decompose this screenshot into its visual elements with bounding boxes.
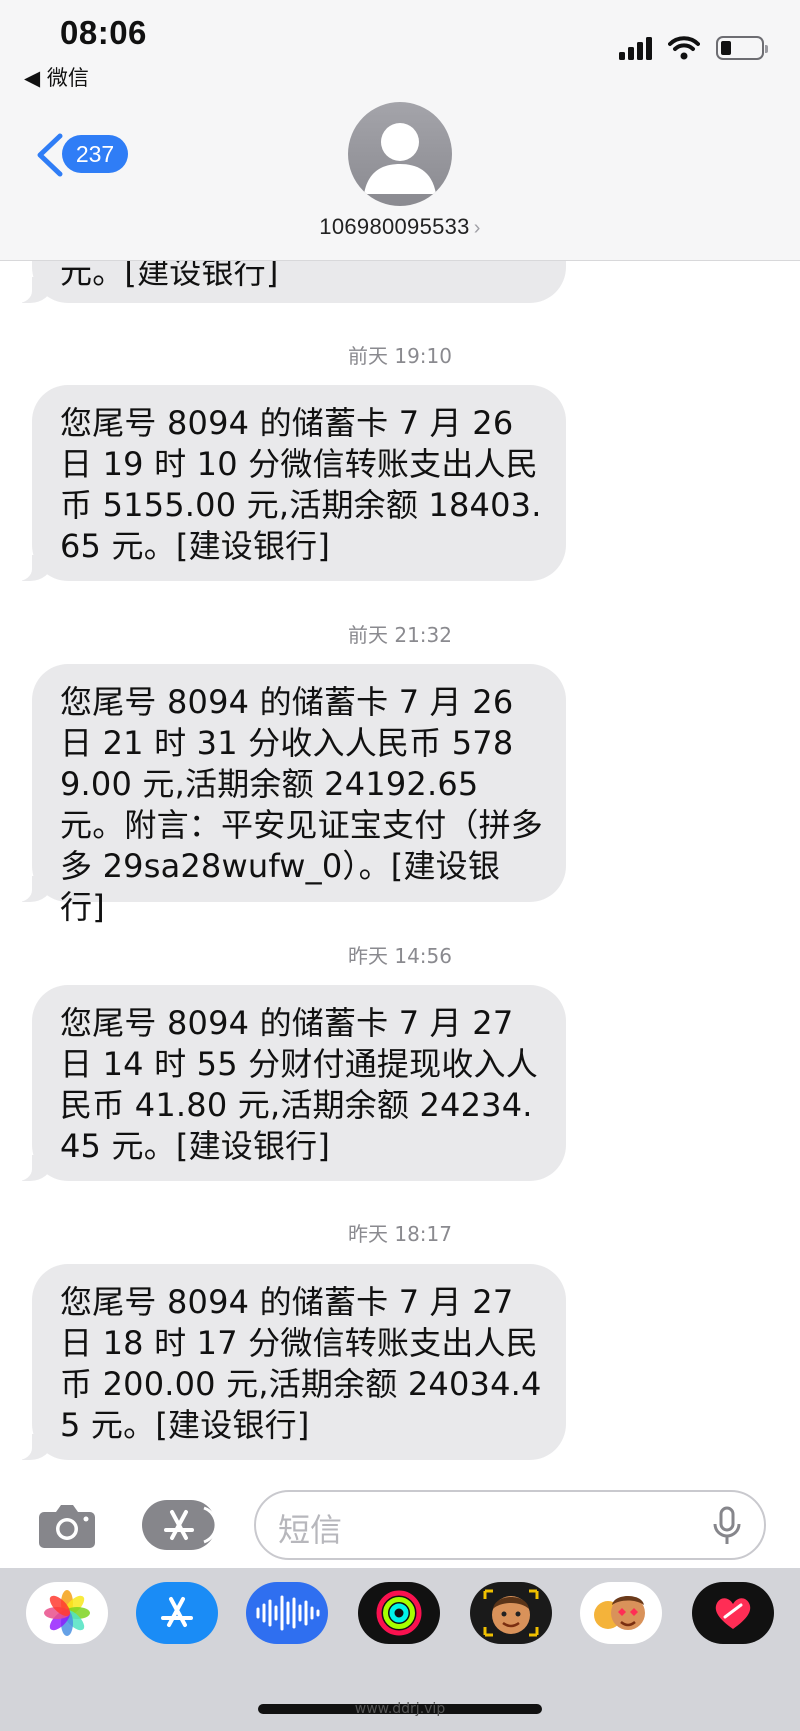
microphone-icon[interactable] (712, 1506, 742, 1546)
message-bubble[interactable]: 您尾号 8094 的储蓄卡 7 月 27 日 18 时 17 分微信转账支出人民… (10, 1264, 566, 1460)
app-store-icon (164, 1506, 218, 1544)
chevron-right-icon: › (473, 217, 481, 239)
app-store-icon[interactable] (136, 1582, 218, 1644)
memoji-stickers-icon[interactable] (580, 1582, 662, 1644)
message-text: 您尾号 8094 的储蓄卡 7 月 26 日 21 时 31 分收入人民币 57… (60, 683, 544, 926)
audio-icon[interactable] (246, 1582, 328, 1644)
cellular-signal-icon (619, 36, 652, 60)
message-text: 您尾号 8094 的储蓄卡 7 月 27 日 14 时 55 分财付通提现收入人… (60, 1004, 538, 1165)
contact-name[interactable]: 106980095533 › (0, 214, 800, 240)
back-to-app-link[interactable]: ◀ 微信 (24, 62, 89, 92)
message-input-placeholder: 短信 (278, 1511, 343, 1549)
wifi-icon (668, 36, 700, 60)
imessage-app-tray: www.ddrj.vip (0, 1568, 800, 1731)
battery-icon (716, 36, 768, 60)
message-bubble[interactable]: 您尾号 8094 的储蓄卡 7 月 26 日 21 时 31 分收入人民币 57… (10, 664, 566, 926)
message-text: 您尾号 8094 的储蓄卡 7 月 27 日 18 时 17 分微信转账支出人民… (60, 1283, 542, 1444)
message-bubble[interactable]: 您尾号 8094 的储蓄卡 7 月 27 日 14 时 55 分财付通提现收入人… (10, 985, 566, 1181)
unread-count-badge[interactable]: 237 (62, 135, 128, 173)
message-timestamp: 前天 21:32 (348, 623, 452, 647)
message-bubble[interactable]: 您尾号 8094 的储蓄卡 7 月 26 日 19 时 10 分微信转账支出人民… (10, 385, 566, 581)
contact-number: 106980095533 (319, 214, 470, 239)
watermark: www.ddrj.vip (354, 1701, 446, 1717)
digital-touch-icon[interactable] (692, 1582, 774, 1644)
message-timestamp: 昨天 18:17 (348, 1222, 452, 1246)
app-store-button[interactable] (142, 1500, 218, 1550)
message-input[interactable]: 短信 (254, 1490, 766, 1560)
memoji-icon[interactable] (470, 1582, 552, 1644)
status-icons (619, 36, 768, 60)
message-timestamp: 昨天 14:56 (348, 944, 452, 968)
conversation-header: 08:06 ◀ 微信 237 106980095533 › (0, 0, 800, 261)
status-time: 08:06 (60, 14, 147, 51)
fitness-icon[interactable] (358, 1582, 440, 1644)
message-text: 您尾号 8094 的储蓄卡 7 月 26 日 19 时 10 分微信转账支出人民… (60, 404, 542, 565)
photos-icon[interactable] (26, 1582, 108, 1644)
camera-icon[interactable] (36, 1500, 98, 1550)
message-timestamp: 前天 19:10 (348, 344, 452, 368)
contact-avatar-icon[interactable] (348, 102, 452, 206)
